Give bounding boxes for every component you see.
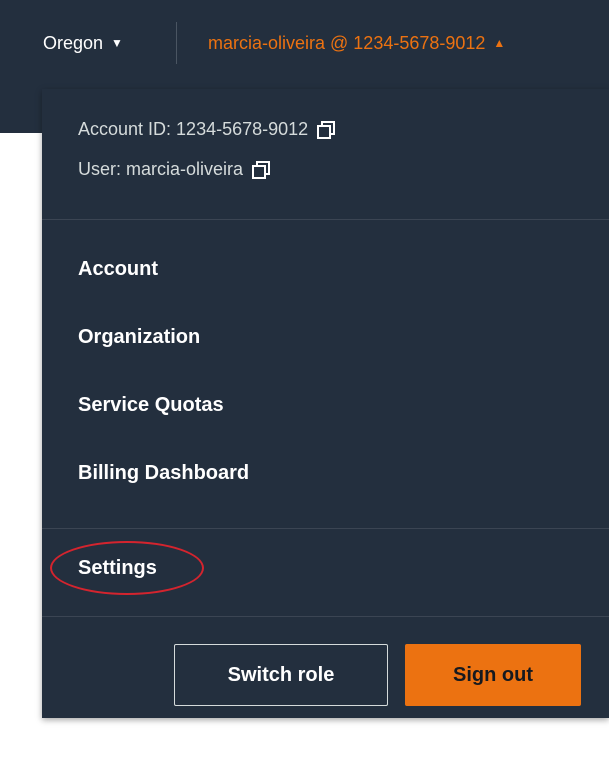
navbar-divider (176, 22, 177, 64)
menu-item-billing-dashboard[interactable]: Billing Dashboard (78, 462, 249, 485)
account-menu-trigger[interactable]: marcia-oliveira @ 1234-5678-9012 ▲ (208, 28, 505, 58)
account-menu-label: marcia-oliveira @ 1234-5678-9012 (208, 32, 486, 53)
menu-divider (42, 528, 609, 529)
region-selector[interactable]: Oregon ▼ (43, 28, 123, 58)
copy-icon[interactable] (251, 160, 271, 180)
menu-divider (42, 616, 609, 617)
menu-divider (42, 219, 609, 220)
account-id-row: Account ID: 1234-5678-9012 (78, 119, 336, 140)
menu-item-service-quotas[interactable]: Service Quotas (78, 394, 224, 417)
menu-item-account[interactable]: Account (78, 258, 158, 281)
menu-item-organization[interactable]: Organization (78, 326, 200, 349)
user-text: User: marcia-oliveira (78, 159, 244, 179)
switch-role-button[interactable]: Switch role (174, 644, 388, 706)
copy-icon[interactable] (316, 120, 336, 140)
caret-up-icon: ▲ (493, 36, 506, 50)
caret-down-icon: ▼ (111, 36, 123, 50)
menu-item-settings[interactable]: Settings (78, 557, 157, 580)
navbar-background-strip (0, 89, 42, 133)
sign-out-button[interactable]: Sign out (405, 644, 581, 706)
region-label: Oregon (43, 32, 104, 53)
account-dropdown-menu: Account ID: 1234-5678-9012 User: marcia-… (42, 89, 609, 718)
account-id-text: Account ID: 1234-5678-9012 (78, 119, 309, 139)
user-row: User: marcia-oliveira (78, 159, 271, 180)
